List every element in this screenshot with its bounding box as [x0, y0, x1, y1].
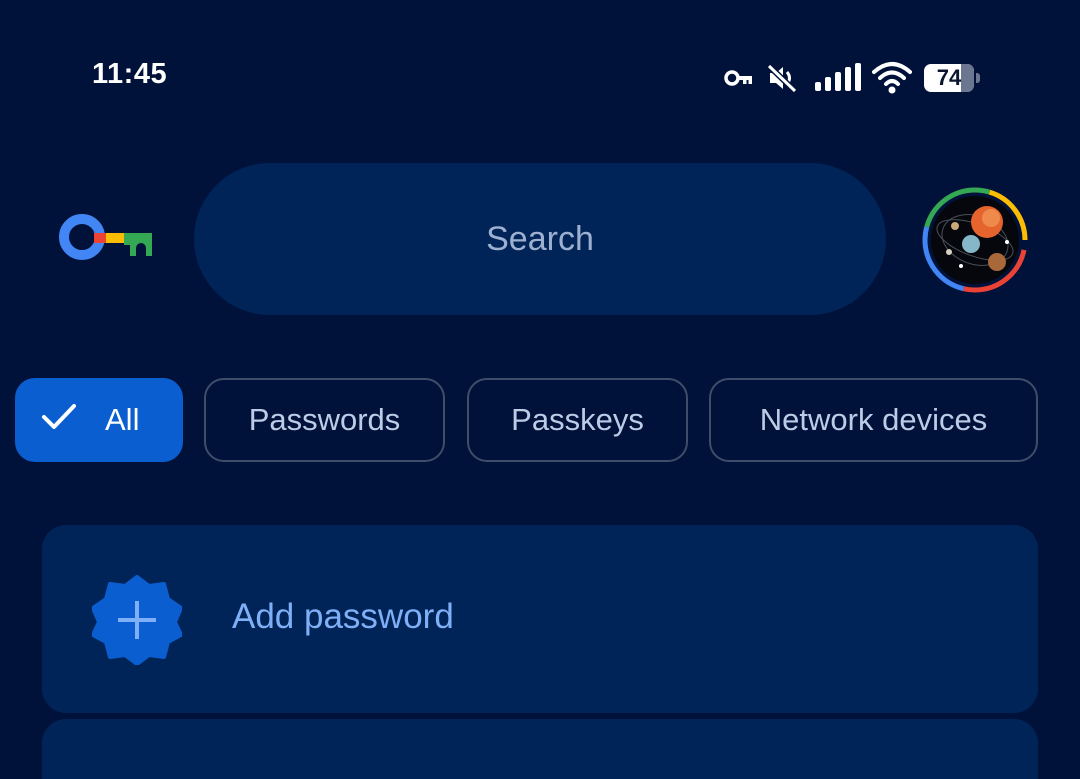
filter-chip-all[interactable]: All: [15, 378, 183, 462]
status-icons: 74: [722, 58, 980, 98]
status-bar: 11:45 74: [0, 0, 1080, 150]
check-icon: [41, 398, 77, 442]
account-avatar[interactable]: [921, 186, 1029, 294]
list-item[interactable]: [42, 719, 1038, 779]
mute-icon: [766, 58, 798, 98]
search-bar[interactable]: Search: [194, 163, 886, 315]
status-time: 11:45: [92, 58, 168, 90]
battery-icon: 74: [924, 64, 980, 92]
filter-chip-label: All: [105, 402, 140, 437]
filter-chip-network-devices[interactable]: Network devices: [709, 378, 1038, 462]
filter-chip-passkeys[interactable]: Passkeys: [467, 378, 688, 462]
search-placeholder: Search: [486, 219, 594, 258]
add-badge-icon: [91, 575, 183, 666]
add-password-label: Add password: [232, 597, 454, 636]
filter-chip-passwords[interactable]: Passwords: [204, 378, 445, 462]
signal-icon: [814, 58, 862, 98]
battery-level: 74: [936, 65, 962, 90]
add-password-button[interactable]: Add password: [42, 525, 1038, 713]
password-manager-logo-icon: [58, 212, 154, 262]
vpn-key-icon: [722, 58, 754, 98]
filter-chip-label: Passkeys: [511, 402, 644, 437]
wifi-icon: [872, 58, 912, 98]
filter-chip-label: Passwords: [248, 402, 401, 437]
filter-chip-label: Network devices: [759, 402, 988, 437]
